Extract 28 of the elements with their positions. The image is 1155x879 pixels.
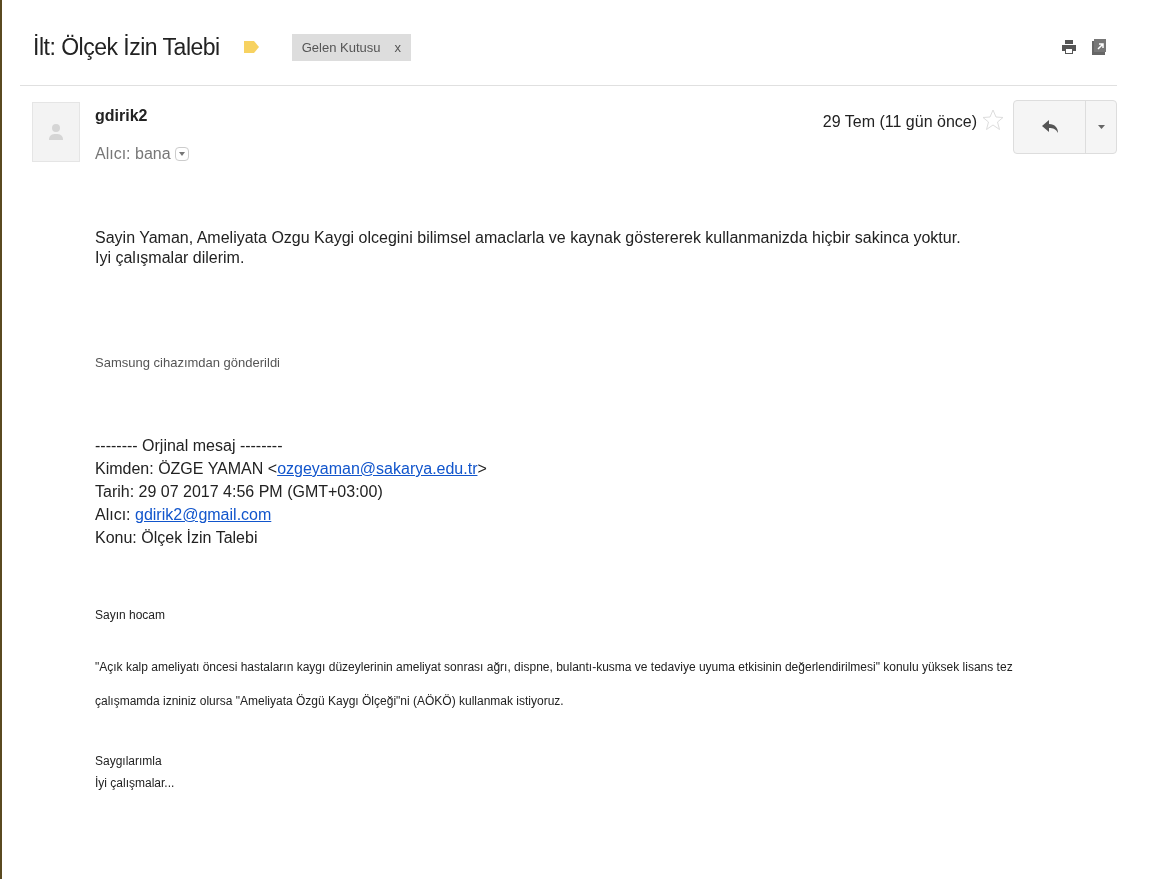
greeting-text: Sayın hocam — [95, 607, 167, 624]
separator-text: -------- Orjinal mesaj -------- — [95, 436, 284, 456]
message-text: Sayin Yaman, Ameliyata Ozgu Kaygi olcegini bilimsel amaclarla ve kaynak göstererek kullanmanizda hiçbir sakinca yoktur. — [95, 227, 962, 248]
avatar-icon — [32, 101, 80, 162]
message-date: 29 Tem (11 gün önce) — [822, 111, 977, 132]
email-link[interactable]: gdirik2@gmail.com — [135, 506, 272, 523]
label-tag-icon — [241, 40, 260, 55]
label-chip[interactable]: Gelen Kutusu x — [291, 33, 411, 61]
subject-line: Konu: Ölçek İzin Talebi — [95, 528, 259, 548]
caret-icon — [1097, 124, 1105, 129]
star-icon[interactable] — [981, 107, 1005, 132]
closing-text: Saygılarımla — [95, 753, 163, 770]
signature-text: Samsung cihazımdan gönderildi — [95, 353, 281, 372]
from-line: Kimden: ÖZGE YAMAN <ozgeyaman@sakarya.edu.tr> — [95, 459, 488, 479]
caret-icon — [178, 151, 185, 156]
date-line: Tarih: 29 07 2017 4:56 PM (GMT+03:00) — [95, 482, 384, 502]
email-link[interactable]: ozgeyaman@sakarya.edu.tr — [277, 460, 478, 477]
details-dropdown[interactable] — [174, 146, 189, 161]
closing-text: İyi çalışmalar... — [95, 775, 176, 792]
message-text: Iyi çalışmalar dilerim. — [95, 247, 246, 268]
quoted-paragraph: "Açık kalp ameliyatı öncesi hastaların kaygı düzeylerinin ameliyat sonrası ağrı, dispne, bulantı-kusma ve tedaviye uyuma etkisinin değerlendirilmesi" konulu yüksek lisans tez çalışmamda izniniz olursa "Ameliyata Özgü Kaygı Ölçeği"ni (AÖKÖ) kullanmak istiyoruz. — [95, 659, 1014, 710]
new-window-icon[interactable] — [1091, 38, 1107, 57]
reply-icon — [1041, 119, 1058, 134]
sender-name: gdirik2 — [95, 105, 149, 126]
recipient-text: Alıcı: bana — [95, 143, 171, 164]
to-line: Alıcı: gdirik2@gmail.com — [95, 505, 273, 525]
email-subject: İlt: Ölçek İzin Talebi — [33, 33, 220, 62]
print-icon[interactable] — [1061, 39, 1077, 56]
